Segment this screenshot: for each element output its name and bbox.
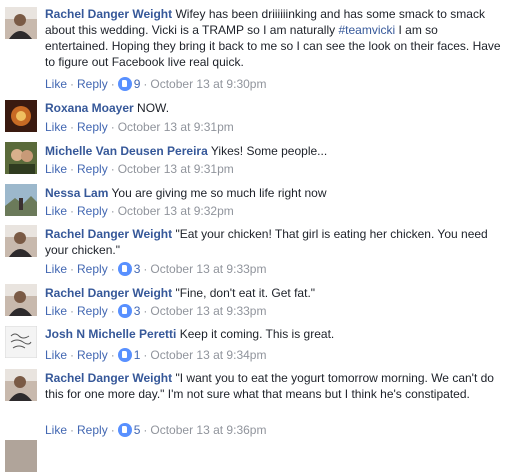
separator-dot: · — [70, 348, 75, 362]
separator-dot: · — [110, 120, 115, 134]
like-button[interactable]: Like — [45, 304, 67, 318]
like-button[interactable]: Like — [45, 204, 67, 218]
avatar-photo-icon — [5, 142, 37, 174]
comment-author[interactable]: Nessa Lam — [45, 186, 108, 200]
separator-dot: · — [70, 204, 75, 218]
comment-author[interactable]: Rachel Danger Weight — [45, 286, 172, 300]
comment-actions: Like · Reply · October 13 at 9:31pm — [45, 161, 234, 177]
avatar-photo-icon — [5, 7, 37, 39]
like-button[interactable]: Like — [45, 423, 67, 437]
separator-dot: · — [70, 120, 75, 134]
avatar[interactable] — [5, 100, 37, 132]
separator-dot: · — [70, 423, 75, 437]
reply-button[interactable]: Reply — [77, 120, 108, 134]
reply-button[interactable]: Reply — [77, 77, 108, 91]
avatar-photo-icon — [5, 284, 37, 316]
comment-actions: Like · Reply · October 13 at 9:31pm — [45, 119, 234, 135]
avatar-photo-icon — [5, 184, 37, 216]
like-button[interactable]: Like — [45, 120, 67, 134]
timestamp[interactable]: October 13 at 9:32pm — [118, 204, 234, 218]
timestamp[interactable]: October 13 at 9:34pm — [150, 348, 266, 362]
separator-dot: · — [110, 423, 115, 437]
separator-dot: · — [110, 348, 115, 362]
comment-text: Keep it coming. This is great. — [179, 327, 335, 341]
comment-actions: Like · Reply · 1 · October 13 at 9:34pm — [45, 347, 266, 363]
separator-dot: · — [143, 304, 148, 318]
separator-dot: · — [110, 304, 115, 318]
separator-dot: · — [110, 162, 115, 176]
separator-dot: · — [70, 162, 75, 176]
timestamp[interactable]: October 13 at 9:33pm — [150, 262, 266, 276]
reply-button[interactable]: Reply — [77, 162, 108, 176]
timestamp[interactable]: October 13 at 9:31pm — [118, 120, 234, 134]
separator-dot: · — [110, 262, 115, 276]
comment-author[interactable]: Rachel Danger Weight — [45, 371, 172, 385]
reply-button[interactable]: Reply — [77, 204, 108, 218]
like-reaction-icon[interactable] — [117, 262, 132, 276]
avatar-photo-icon — [5, 369, 37, 401]
avatar[interactable] — [5, 142, 37, 174]
like-button[interactable]: Like — [45, 262, 67, 276]
comment-actions: Like · Reply · October 13 at 9:32pm — [45, 203, 234, 219]
separator-dot: · — [110, 204, 115, 218]
avatar[interactable] — [5, 7, 37, 39]
like-reaction-icon[interactable] — [117, 348, 132, 362]
separator-dot: · — [70, 77, 75, 91]
avatar[interactable] — [5, 284, 37, 316]
comment-actions: Like · Reply · 3 · October 13 at 9:33pm — [45, 261, 266, 277]
like-reaction-icon[interactable] — [117, 304, 132, 318]
like-reaction-icon[interactable] — [117, 77, 132, 91]
timestamp[interactable]: October 13 at 9:31pm — [118, 162, 234, 176]
avatar-photo-icon — [5, 100, 37, 132]
comment-author[interactable]: Rachel Danger Weight — [45, 227, 172, 241]
reply-button[interactable]: Reply — [77, 304, 108, 318]
separator-dot: · — [110, 77, 115, 91]
like-button[interactable]: Like — [45, 162, 67, 176]
timestamp[interactable]: October 13 at 9:36pm — [150, 423, 266, 437]
reply-button[interactable]: Reply — [77, 262, 108, 276]
like-button[interactable]: Like — [45, 77, 67, 91]
avatar[interactable] — [5, 326, 37, 358]
separator-dot: · — [143, 423, 148, 437]
comment-author[interactable]: Michelle Van Deusen Pereira — [45, 144, 208, 158]
timestamp[interactable]: October 13 at 9:30pm — [150, 77, 266, 91]
separator-dot: · — [143, 77, 148, 91]
comment-actions: Like · Reply · 5 · October 13 at 9:36pm — [45, 422, 266, 438]
separator-dot: · — [143, 348, 148, 362]
comment-text: NOW. — [137, 101, 170, 115]
reply-button[interactable]: Reply — [77, 348, 108, 362]
comment-author[interactable]: Josh N Michelle Peretti — [45, 327, 176, 341]
separator-dot: · — [70, 262, 75, 276]
separator-dot: · — [70, 304, 75, 318]
like-reaction-icon[interactable] — [117, 423, 132, 437]
comment-actions: Like · Reply · 3 · October 13 at 9:33pm — [45, 303, 266, 319]
comment-text: Yikes! Some people... — [210, 144, 328, 158]
avatar[interactable] — [5, 225, 37, 257]
avatar[interactable] — [5, 369, 37, 401]
like-button[interactable]: Like — [45, 348, 67, 362]
comment-actions: Like · Reply · 9 · October 13 at 9:30pm — [45, 76, 266, 92]
avatar[interactable] — [5, 184, 37, 216]
hashtag-link[interactable]: #teamvicki — [338, 23, 395, 37]
separator-dot: · — [143, 262, 148, 276]
comment-text: "Fine, don't eat it. Get fat." — [175, 286, 316, 300]
comment-author[interactable]: Roxana Moayer — [45, 101, 134, 115]
avatar-photo-icon — [5, 326, 37, 358]
avatar-photo-icon — [5, 225, 37, 257]
comment-text: You are giving me so much life right now — [111, 186, 327, 200]
reply-button[interactable]: Reply — [77, 423, 108, 437]
comment-author[interactable]: Rachel Danger Weight — [45, 7, 172, 21]
timestamp[interactable]: October 13 at 9:33pm — [150, 304, 266, 318]
